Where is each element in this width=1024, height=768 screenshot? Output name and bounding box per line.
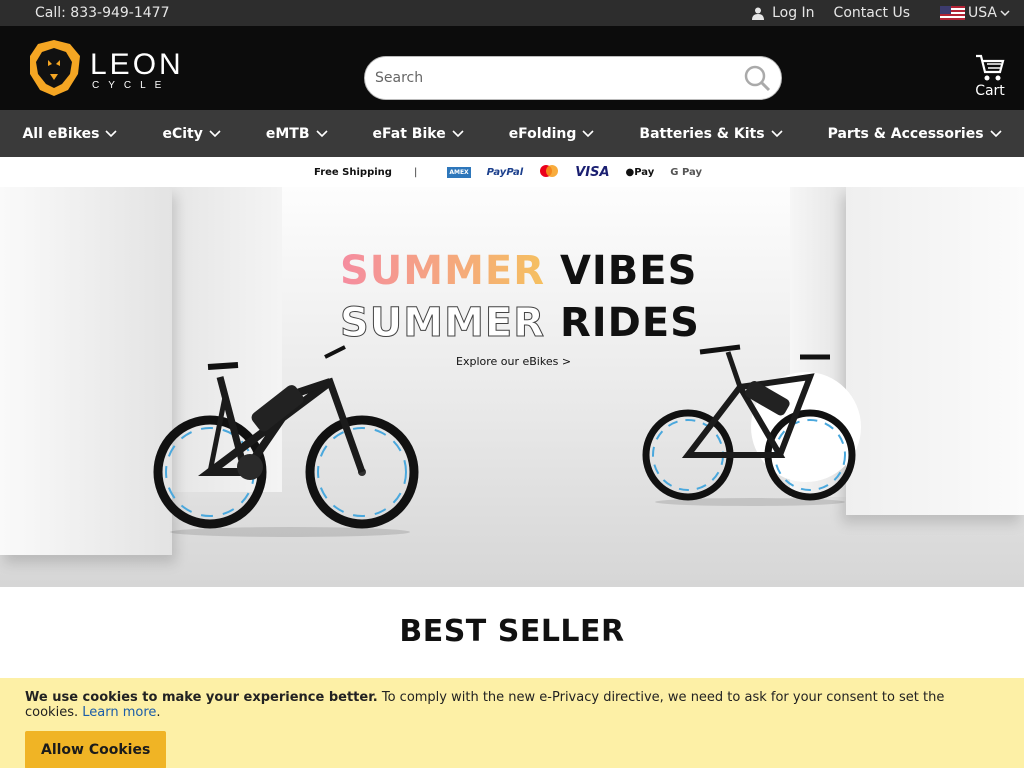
learn-more-link[interactable]: Learn more (82, 705, 156, 720)
paypal-icon: PayPal (486, 166, 524, 178)
nav-label: All eBikes (22, 125, 100, 142)
hero-banner[interactable]: SUMMER VIBES SUMMER RIDES Explore our eB… (0, 187, 1024, 587)
search-icon[interactable] (743, 64, 771, 92)
cookie-banner: We use cookies to make your experience b… (0, 678, 1024, 768)
chevron-down-icon (582, 129, 594, 137)
nav-label: eCity (162, 125, 203, 142)
google-pay-icon: G Pay (670, 166, 702, 178)
nav-efat-bike[interactable]: eFat Bike (373, 126, 464, 142)
payment-strip: Free Shipping | AMEX PayPal VISA ●Pay G … (0, 157, 1024, 187)
chevron-down-icon (1000, 9, 1010, 16)
search-input[interactable] (375, 70, 743, 86)
top-bar: Call: 833-949-1477 Log In Contact Us USA (0, 0, 1024, 26)
ebike-image-right (642, 344, 856, 506)
login-link[interactable]: Log In (752, 5, 815, 21)
cookie-text-end: . (156, 705, 161, 720)
chevron-down-icon (209, 129, 221, 137)
cookie-message: We use cookies to make your experience b… (25, 690, 999, 720)
ebike-image-left (153, 345, 419, 537)
country-selector[interactable]: USA (940, 5, 1010, 21)
login-label: Log In (772, 5, 815, 21)
nav-label: eMTB (265, 125, 310, 142)
apple-logo-icon: ● (625, 166, 635, 178)
best-seller-title: BEST SELLER (399, 614, 625, 649)
us-flag-icon (940, 6, 966, 20)
svg-text:LEON: LEON (90, 48, 184, 81)
country-label: USA (968, 5, 997, 21)
nav-efolding[interactable]: eFolding (509, 126, 595, 142)
chevron-down-icon (452, 129, 464, 137)
nav-all-ebikes[interactable]: All eBikes (22, 125, 118, 142)
nav-batteries-kits[interactable]: Batteries & Kits (639, 125, 783, 142)
apple-pay-icon: ●Pay (626, 167, 655, 178)
cart-button[interactable]: Cart (974, 54, 1006, 99)
site-header: LEON CYCLE Cart (0, 26, 1024, 110)
svg-text:CYCLE: CYCLE (92, 80, 170, 91)
chevron-down-icon (771, 129, 783, 137)
nav-label: Parts & Accessories (827, 125, 984, 142)
chevron-down-icon (989, 129, 1002, 137)
hero-pillar-right (751, 187, 1024, 515)
free-shipping-label: Free Shipping (314, 166, 392, 178)
chevron-down-icon (315, 129, 328, 137)
headline-vibes: VIBES (559, 248, 698, 294)
chevron-down-icon (105, 129, 118, 137)
contact-us-link[interactable]: Contact Us (834, 5, 910, 21)
nav-parts-accessories[interactable]: Parts & Accessories (828, 126, 1002, 142)
main-nav: All eBikes eCity eMTB eFat Bike eFolding… (0, 110, 1024, 157)
leon-cycle-logo[interactable]: LEON CYCLE (28, 38, 198, 98)
nav-label: Batteries & Kits (639, 125, 765, 142)
phone-number[interactable]: Call: 833-949-1477 (35, 5, 169, 21)
explore-ebikes-link[interactable]: Explore our eBikes > (456, 355, 571, 368)
user-icon (752, 7, 765, 20)
cart-icon (976, 54, 1005, 81)
headline-summer-1: SUMMER (340, 248, 546, 294)
payment-separator: | (413, 166, 418, 178)
cookie-headline: We use cookies to make your experience b… (25, 690, 378, 705)
apple-pay-label: Pay (634, 166, 655, 178)
visa-icon: VISA (575, 164, 610, 180)
amex-icon: AMEX (447, 166, 471, 178)
hero-pillar-left (0, 187, 172, 555)
nav-label: eFat Bike (372, 125, 446, 142)
mastercard-icon (539, 164, 559, 180)
lion-head-icon (30, 40, 80, 96)
allow-cookies-button[interactable]: Allow Cookies (25, 731, 167, 768)
nav-ecity[interactable]: eCity (162, 125, 221, 142)
nav-emtb[interactable]: eMTB (266, 126, 328, 142)
cart-label: Cart (975, 83, 1005, 99)
nav-label: eFolding (508, 125, 577, 142)
search-bar (364, 56, 782, 100)
